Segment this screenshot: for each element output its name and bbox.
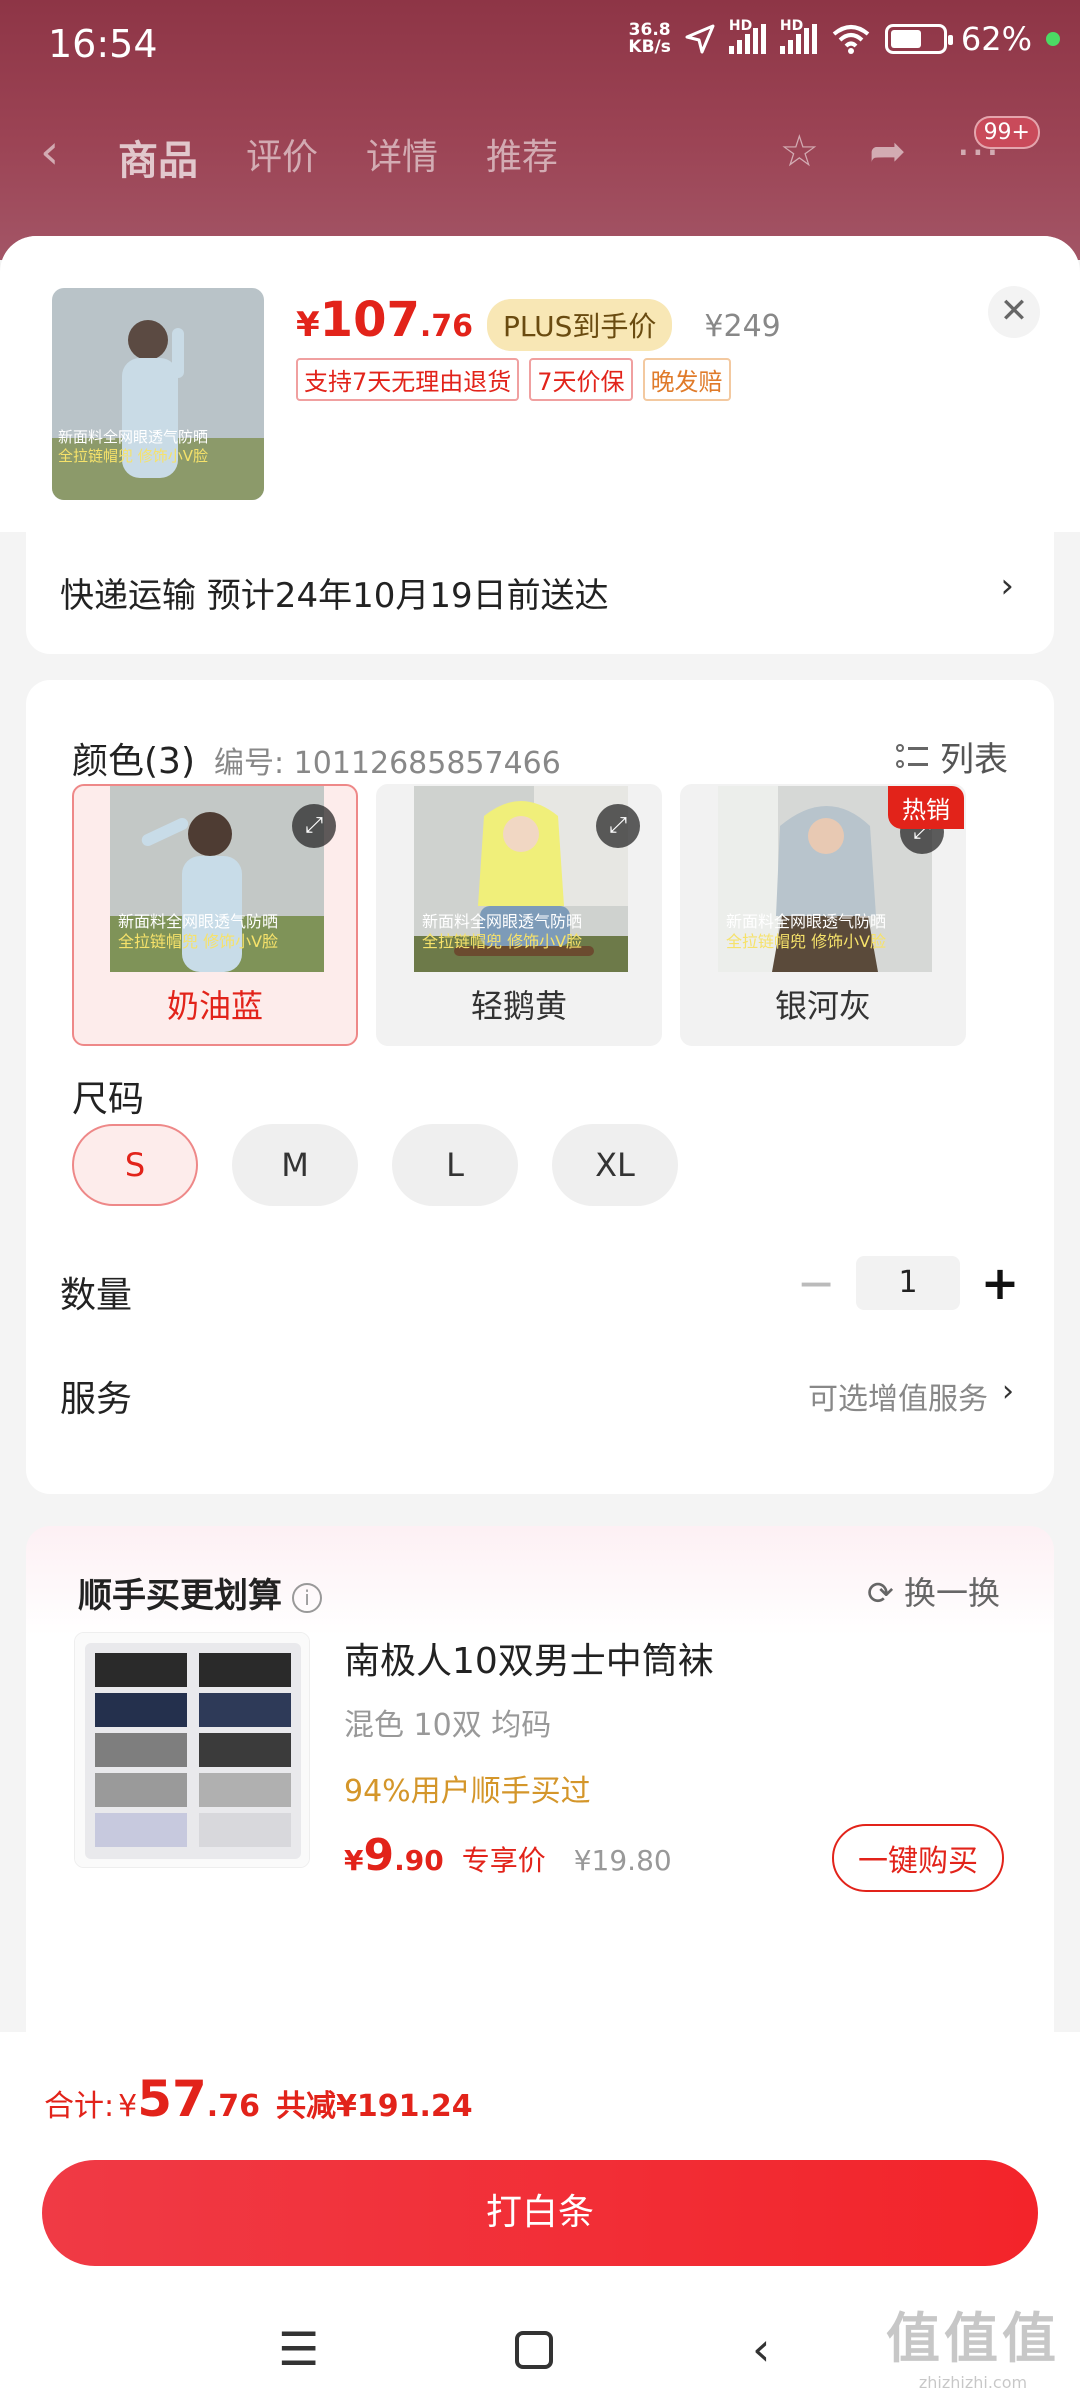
signal-icon-2: HD bbox=[779, 18, 817, 54]
bundle-product-name[interactable]: 南极人10双男士中筒袜 bbox=[344, 1632, 714, 1684]
wifi-icon bbox=[832, 25, 870, 54]
original-price: ¥249 bbox=[704, 309, 781, 344]
favorite-star-icon[interactable]: ☆ bbox=[780, 126, 819, 177]
status-time: 16:54 bbox=[48, 22, 158, 66]
watermark: 值值值 zhizhizhi.com bbox=[886, 2307, 1060, 2392]
sku-selection-sheet: 新面料全网眼透气防晒 全拉链帽兜 修饰小V脸 ¥107.76 PLUS到手价 ¥… bbox=[0, 236, 1080, 2400]
location-icon bbox=[685, 24, 715, 54]
menu-icon[interactable]: ☰ bbox=[278, 2322, 319, 2376]
home-square-icon[interactable] bbox=[514, 2322, 554, 2381]
list-icon bbox=[896, 740, 930, 774]
status-bar: 16:54 36.8 KB/s HD HD 62% bbox=[0, 0, 1080, 92]
quantity-stepper: − 1 + bbox=[796, 1256, 1020, 1310]
color-image: 新面料全网眼透气防晒 全拉链帽兜 修饰小V脸 bbox=[414, 786, 628, 972]
bundle-price: ¥9.90 专享价 ¥19.80 bbox=[344, 1830, 672, 1881]
close-button[interactable]: ✕ bbox=[988, 286, 1040, 338]
color-option-galaxy-gray[interactable]: 新面料全网眼透气防晒 全拉链帽兜 修饰小V脸 ⤢ 热销 银河灰 bbox=[680, 784, 966, 1046]
bundle-product-image[interactable] bbox=[74, 1632, 310, 1868]
tab-recommend[interactable]: 推荐 bbox=[486, 128, 558, 186]
late-delivery-tag: 晚发赔 bbox=[642, 358, 731, 401]
tab-reviews[interactable]: 评价 bbox=[246, 128, 318, 186]
color-image: 新面料全网眼透气防晒 全拉链帽兜 修饰小V脸 bbox=[110, 786, 324, 972]
refresh-button[interactable]: ⟳ 换一换 bbox=[867, 1568, 1000, 1614]
thumb-caption-2: 全拉链帽兜 修饰小V脸 bbox=[58, 447, 209, 465]
signal-icon: HD bbox=[728, 18, 766, 54]
quantity-label: 数量 bbox=[60, 1275, 133, 1316]
one-click-buy-button[interactable]: 一键购买 bbox=[832, 1824, 1004, 1892]
bundle-buyers-stat: 94%用户顺手买过 bbox=[344, 1774, 591, 1809]
color-name: 奶油蓝 bbox=[166, 987, 263, 1025]
service-label: 服务 bbox=[60, 1379, 133, 1420]
network-speed: 36.8 KB/s bbox=[628, 20, 671, 57]
message-badge: 99+ bbox=[973, 116, 1040, 149]
list-view-button[interactable]: 列表 bbox=[896, 732, 1008, 781]
size-option-s[interactable]: S bbox=[72, 1124, 198, 1206]
tab-product[interactable]: 商品 bbox=[118, 128, 198, 186]
chevron-right-icon: › bbox=[1002, 1374, 1014, 1409]
back-icon[interactable]: ‹ bbox=[752, 2322, 770, 2376]
hot-sale-badge: 热销 bbox=[888, 786, 964, 829]
share-icon[interactable]: ➦ bbox=[869, 126, 906, 177]
info-icon[interactable]: i bbox=[292, 1582, 322, 1613]
color-title: 颜色(3) bbox=[72, 741, 195, 782]
status-icons: 36.8 KB/s HD HD 62% bbox=[628, 18, 1060, 58]
total-price: 合计: ¥ 57 .76 共减¥191.24 bbox=[44, 2070, 473, 2128]
color-option-light-yellow[interactable]: 新面料全网眼透气防晒 全拉链帽兜 修饰小V脸 ⤢ 轻鹅黄 bbox=[376, 784, 662, 1046]
minus-icon[interactable]: − bbox=[796, 1256, 836, 1310]
color-option-cream-blue[interactable]: 新面料全网眼透气防晒 全拉链帽兜 修饰小V脸 ⤢ 奶油蓝 bbox=[72, 784, 358, 1046]
plus-price-tag: PLUS到手价 bbox=[487, 299, 673, 351]
size-option-m[interactable]: M bbox=[232, 1124, 358, 1206]
quantity-value[interactable]: 1 bbox=[856, 1256, 960, 1310]
value-added-service-link[interactable]: 可选增值服务 › bbox=[808, 1374, 1014, 1418]
close-icon: ✕ bbox=[999, 291, 1029, 331]
color-name: 银河灰 bbox=[774, 987, 871, 1025]
product-thumbnail[interactable]: 新面料全网眼透气防晒 全拉链帽兜 修饰小V脸 bbox=[52, 288, 264, 500]
plus-icon[interactable]: + bbox=[980, 1256, 1020, 1310]
thumb-caption-1: 新面料全网眼透气防晒 bbox=[58, 428, 209, 446]
product-nav: ‹ 商品 评价 详情 推荐 ☆ ➦ ⋯ 99+ bbox=[40, 116, 1040, 188]
tab-details[interactable]: 详情 bbox=[366, 128, 438, 186]
expand-icon[interactable]: ⤢ bbox=[596, 804, 640, 848]
refresh-icon: ⟳ bbox=[867, 1574, 894, 1612]
system-nav-bar: ☰ ‹ 值值值 zhizhizhi.com bbox=[0, 2307, 1080, 2400]
back-arrow-icon[interactable]: ‹ bbox=[40, 124, 59, 180]
charging-dot bbox=[1046, 32, 1060, 46]
size-title: 尺码 bbox=[72, 1079, 145, 1120]
chevron-right-icon: › bbox=[1000, 566, 1014, 606]
checkout-footer: 合计: ¥ 57 .76 共减¥191.24 打白条 ☰ ‹ 值值值 zhizh… bbox=[0, 2032, 1080, 2400]
size-option-xl[interactable]: XL bbox=[552, 1124, 678, 1206]
price-protect-tag: 7天价保 bbox=[529, 358, 633, 401]
bundle-product-spec: 混色 10双 均码 bbox=[344, 1708, 552, 1743]
battery-icon bbox=[884, 24, 953, 54]
shipping-estimate: 快递运输 预计24年10月19日前送达 bbox=[60, 576, 609, 616]
discount-total: 共减¥191.24 bbox=[275, 2089, 473, 2124]
pay-baitiao-button[interactable]: 打白条 bbox=[42, 2160, 1038, 2266]
color-name: 轻鹅黄 bbox=[470, 987, 567, 1025]
size-option-l[interactable]: L bbox=[392, 1124, 518, 1206]
expand-icon[interactable]: ⤢ bbox=[292, 804, 336, 848]
battery-percent: 62% bbox=[960, 20, 1032, 58]
bundle-title: 顺手买更划算 i bbox=[78, 1568, 322, 1617]
sheet-header: 新面料全网眼透气防晒 全拉链帽兜 修饰小V脸 ¥107.76 PLUS到手价 ¥… bbox=[0, 236, 1080, 532]
return-policy-tag: 支持7天无理由退货 bbox=[296, 358, 520, 401]
product-price: ¥107.76 bbox=[296, 292, 474, 348]
sku-code: 编号: 10112685857466 bbox=[214, 746, 561, 781]
sku-card: 颜色(3) 编号: 10112685857466 列表 新面料全网眼透气防晒 全… bbox=[26, 680, 1054, 1494]
